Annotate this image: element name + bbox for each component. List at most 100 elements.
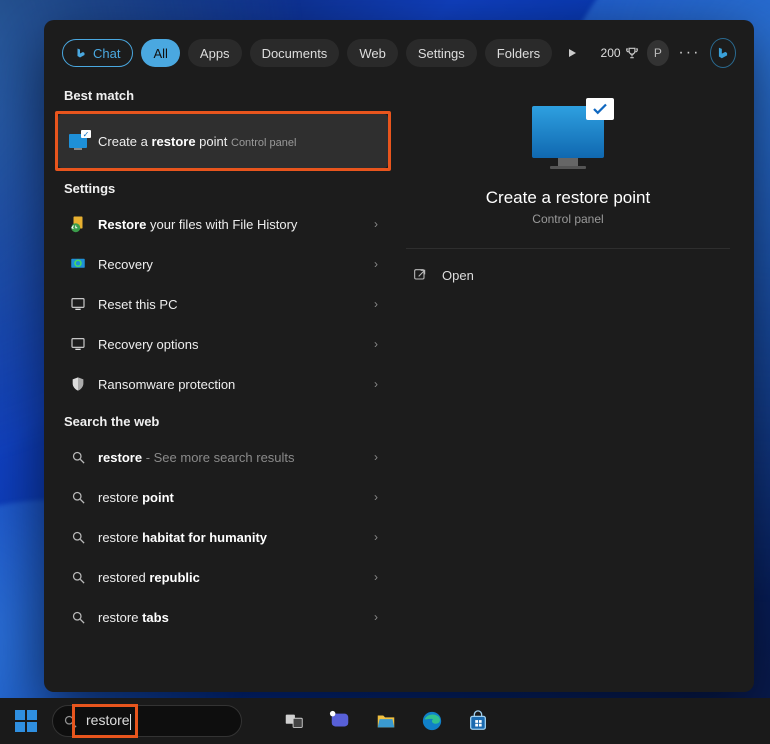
filter-all-label: All: [153, 46, 167, 61]
filter-row: Chat All Apps Documents Web Settings Fol…: [58, 36, 740, 70]
result-best-match[interactable]: ✓ Create a restore point Control panel: [58, 114, 388, 168]
bing-icon: [716, 46, 730, 60]
open-icon: [412, 267, 428, 283]
filter-apps[interactable]: Apps: [188, 39, 242, 67]
reset-icon: [68, 334, 88, 354]
list-item-label: Recovery options: [98, 337, 198, 352]
chevron-right-icon: ›: [374, 530, 380, 544]
result-settings-4[interactable]: Ransomware protection ›: [58, 364, 388, 404]
filter-chat[interactable]: Chat: [62, 39, 133, 67]
list-item-label: restore habitat for humanity: [98, 530, 267, 545]
divider: [406, 248, 730, 249]
chevron-right-icon: ›: [374, 377, 380, 391]
list-item-label: restore point: [98, 490, 174, 505]
result-web-1[interactable]: restore point ›: [58, 477, 388, 517]
filter-settings[interactable]: Settings: [406, 39, 477, 67]
list-item-label: restore tabs: [98, 610, 169, 625]
detail-subtitle: Control panel: [406, 212, 730, 226]
reset-icon: [68, 294, 88, 314]
taskbar-edge[interactable]: [412, 701, 452, 741]
list-item-label: restored republic: [98, 570, 200, 585]
trophy-icon: [625, 46, 639, 60]
bing-button[interactable]: [710, 38, 736, 68]
filehistory-icon: [68, 214, 88, 234]
monitor-check-icon: ✓: [68, 131, 88, 151]
chevron-right-icon: ›: [374, 217, 380, 231]
taskbar-chat[interactable]: [320, 701, 360, 741]
filter-folders-label: Folders: [497, 46, 540, 61]
result-web-4[interactable]: restore tabs ›: [58, 597, 388, 637]
detail-title: Create a restore point: [406, 188, 730, 208]
taskbar-explorer[interactable]: [366, 701, 406, 741]
search-panel: Chat All Apps Documents Web Settings Fol…: [44, 20, 754, 692]
result-web-3[interactable]: restored republic ›: [58, 557, 388, 597]
chevron-right-icon: ›: [374, 257, 380, 271]
detail-hero-icon: [406, 96, 730, 162]
taskview-icon: [283, 710, 305, 732]
annotation-best-match-highlight: ✓ Create a restore point Control panel: [55, 111, 391, 171]
search-icon: [63, 714, 78, 729]
search-icon: [68, 447, 88, 467]
chevron-right-icon: ›: [374, 297, 380, 311]
list-item-label: restore - See more search results: [98, 450, 295, 465]
taskbar-store[interactable]: [458, 701, 498, 741]
action-open[interactable]: Open: [406, 255, 730, 295]
chat-icon: [329, 710, 351, 732]
best-match-title: Create a restore point: [98, 134, 227, 149]
taskbar: restore: [0, 698, 770, 744]
recovery-icon: [68, 254, 88, 274]
filter-settings-label: Settings: [418, 46, 465, 61]
section-search-web: Search the web: [58, 404, 388, 437]
search-icon: [68, 487, 88, 507]
play-icon: [567, 48, 577, 58]
list-item-label: Ransomware protection: [98, 377, 235, 392]
result-settings-3[interactable]: Recovery options ›: [58, 324, 388, 364]
section-settings: Settings: [58, 171, 388, 204]
chevron-right-icon: ›: [374, 610, 380, 624]
filter-all[interactable]: All: [141, 39, 179, 67]
results-column: Best match ✓ Create a restore point Cont…: [58, 78, 388, 680]
chevron-right-icon: ›: [374, 337, 380, 351]
start-button[interactable]: [6, 701, 46, 741]
store-icon: [467, 710, 489, 732]
edge-icon: [421, 710, 443, 732]
shield-icon: [68, 374, 88, 394]
list-item-label: Restore your files with File History: [98, 217, 297, 232]
taskbar-search[interactable]: restore: [52, 705, 242, 737]
rewards-points-value: 200: [601, 46, 621, 60]
windows-icon: [15, 710, 37, 732]
folder-icon: [375, 710, 397, 732]
result-settings-2[interactable]: Reset this PC ›: [58, 284, 388, 324]
user-avatar[interactable]: P: [647, 40, 670, 66]
filter-folders[interactable]: Folders: [485, 39, 552, 67]
taskbar-search-text: restore: [86, 712, 131, 729]
list-item-label: Recovery: [98, 257, 153, 272]
filter-apps-label: Apps: [200, 46, 230, 61]
more-filters-button[interactable]: [560, 39, 584, 67]
result-web-2[interactable]: restore habitat for humanity ›: [58, 517, 388, 557]
filter-chat-label: Chat: [93, 46, 120, 61]
result-settings-1[interactable]: Recovery ›: [58, 244, 388, 284]
taskbar-taskview[interactable]: [274, 701, 314, 741]
filter-documents[interactable]: Documents: [250, 39, 340, 67]
result-web-0[interactable]: restore - See more search results ›: [58, 437, 388, 477]
list-item-label: Reset this PC: [98, 297, 177, 312]
filter-web-label: Web: [359, 46, 386, 61]
best-match-subtitle: Control panel: [231, 137, 296, 149]
section-best-match: Best match: [58, 78, 388, 111]
rewards-points[interactable]: 200: [601, 46, 639, 60]
action-open-label: Open: [442, 268, 474, 283]
bing-chat-icon: [75, 47, 87, 59]
filter-web[interactable]: Web: [347, 39, 398, 67]
chevron-right-icon: ›: [374, 570, 380, 584]
search-icon: [68, 527, 88, 547]
chevron-right-icon: ›: [374, 450, 380, 464]
more-menu[interactable]: ···: [677, 39, 701, 67]
filter-documents-label: Documents: [262, 46, 328, 61]
avatar-initial: P: [654, 46, 662, 60]
result-settings-0[interactable]: Restore your files with File History ›: [58, 204, 388, 244]
chevron-right-icon: ›: [374, 490, 380, 504]
search-icon: [68, 567, 88, 587]
search-icon: [68, 607, 88, 627]
detail-column: Create a restore point Control panel Ope…: [388, 78, 740, 680]
